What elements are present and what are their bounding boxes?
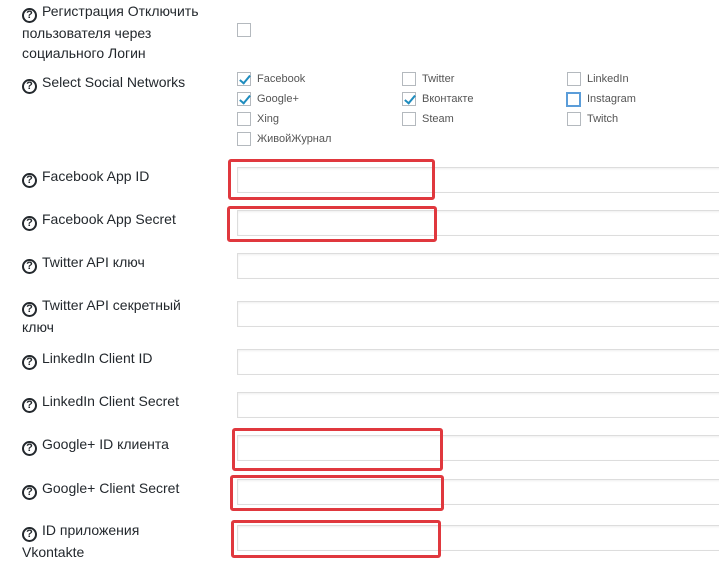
- help-icon[interactable]: [22, 8, 37, 23]
- checkbox-twitch[interactable]: [567, 112, 581, 126]
- linkedin-client-id-input[interactable]: [237, 349, 719, 375]
- twitter-api-key-label: Twitter API ключ: [22, 252, 145, 274]
- twitter-api-key-input[interactable]: [237, 253, 719, 279]
- help-icon[interactable]: [22, 216, 37, 231]
- help-icon[interactable]: [22, 79, 37, 94]
- checkbox-label-facebook: Facebook: [257, 73, 306, 85]
- facebook-app-secret-label: Facebook App Secret: [22, 209, 176, 231]
- highlight-box: [227, 206, 437, 242]
- twitter-api-secret-input[interactable]: [237, 301, 719, 327]
- google-client-id-label: Google+ ID клиента: [22, 434, 169, 456]
- select-social-networks-label: Select Social Networks: [22, 72, 185, 94]
- help-icon[interactable]: [22, 398, 37, 413]
- help-icon[interactable]: [22, 527, 37, 542]
- checkbox-label-steam: Steam: [422, 113, 454, 125]
- disable-registration-checkbox[interactable]: [237, 23, 251, 37]
- checkbox-xing[interactable]: [237, 112, 251, 126]
- checkbox-label-instagram: Instagram: [587, 93, 636, 105]
- checkbox-vkontakte[interactable]: [402, 92, 416, 106]
- highlight-box: [232, 428, 443, 471]
- twitter-api-secret-label: Twitter API секретный ключ: [22, 295, 212, 337]
- checkbox-label-xing: Xing: [257, 113, 280, 125]
- help-icon[interactable]: [22, 485, 37, 500]
- checkbox-google-plus[interactable]: [237, 92, 251, 106]
- help-icon[interactable]: [22, 355, 37, 370]
- google-client-secret-label: Google+ Client Secret: [22, 478, 179, 500]
- highlight-box: [231, 520, 441, 558]
- help-icon[interactable]: [22, 173, 37, 188]
- highlight-box: [230, 475, 444, 511]
- checkbox-linkedin[interactable]: [567, 72, 581, 86]
- checkbox-label-twitch: Twitch: [587, 113, 619, 125]
- highlight-box: [228, 159, 435, 200]
- checkbox-steam[interactable]: [402, 112, 416, 126]
- facebook-app-id-label: Facebook App ID: [22, 166, 149, 188]
- checkbox-twitter[interactable]: [402, 72, 416, 86]
- checkbox-label-livejournal: ЖивойЖурнал: [257, 133, 332, 145]
- checkbox-facebook[interactable]: [237, 72, 251, 86]
- help-icon[interactable]: [22, 302, 37, 317]
- checkbox-livejournal[interactable]: [237, 132, 251, 146]
- disable-registration-label: Регистрация Отключить пользователя через…: [22, 1, 227, 63]
- checkbox-instagram[interactable]: [566, 92, 581, 107]
- vkontakte-app-id-label: ID приложения Vkontakte: [22, 520, 182, 562]
- linkedin-client-id-label: LinkedIn Client ID: [22, 348, 153, 370]
- help-icon[interactable]: [22, 259, 37, 274]
- help-icon[interactable]: [22, 441, 37, 456]
- linkedin-client-secret-input[interactable]: [237, 392, 719, 418]
- checkbox-label-google-plus: Google+: [257, 93, 299, 105]
- linkedin-client-secret-label: LinkedIn Client Secret: [22, 391, 179, 413]
- checkbox-label-linkedin: LinkedIn: [587, 73, 629, 85]
- checkbox-label-vkontakte: Вконтакте: [422, 93, 474, 105]
- checkbox-label-twitter: Twitter: [422, 73, 455, 85]
